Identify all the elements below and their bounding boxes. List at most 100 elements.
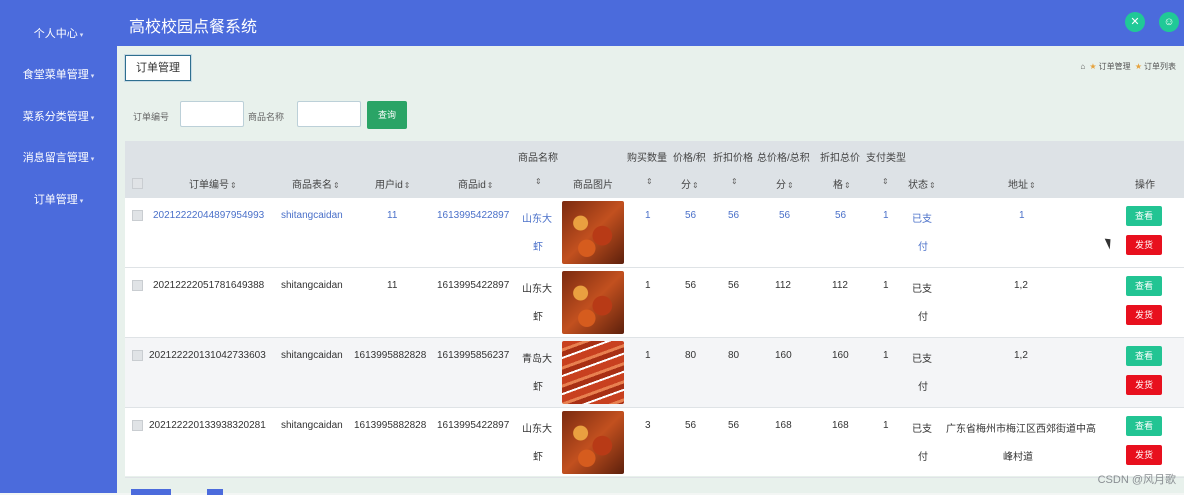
cell-price: 56 — [685, 210, 697, 221]
cell-order-no: 20212222044897954993 — [153, 210, 265, 221]
cell-user-id: 11 — [387, 280, 398, 291]
row-checkbox[interactable] — [132, 210, 143, 221]
cell-address: 1,2 — [1014, 280, 1028, 291]
view-button[interactable]: 查看 — [1126, 416, 1162, 436]
col-product-name-sort[interactable] — [534, 176, 542, 187]
row-checkbox[interactable] — [132, 420, 143, 431]
row-checkbox[interactable] — [132, 280, 143, 291]
breadcrumb: ⌂ ★ 订单管理 ★ 订单列表 — [1078, 61, 1176, 72]
ship-button[interactable]: 发货 — [1126, 305, 1162, 325]
ship-button[interactable]: 发货 — [1126, 375, 1162, 395]
chevron-down-icon: ▾ — [79, 32, 84, 39]
sidebar-item-orders[interactable]: 订单管理 ▾ — [0, 191, 117, 207]
cell-table-name: shitangcaidan — [281, 280, 343, 291]
col-order-no[interactable]: 订单编号 — [189, 176, 237, 191]
cell-qty: 1 — [645, 350, 651, 361]
col-discount-sort[interactable] — [730, 176, 738, 187]
sidebar: 个人中心 ▾ 食堂菜单管理 ▾ 菜系分类管理 ▾ 消息留言管理 ▾ 订单管理 ▾ — [0, 0, 117, 493]
cell-address-2: 峰村道 — [1003, 452, 1033, 463]
cell-qty: 1 — [645, 210, 651, 221]
chevron-down-icon: ▾ — [90, 115, 95, 122]
sidebar-item-cuisine[interactable]: 菜系分类管理 ▾ — [0, 108, 117, 124]
cell-status-2: 付 — [918, 312, 928, 323]
col-user-id[interactable]: 用户id — [375, 176, 411, 191]
col-total: 总价格/总积 — [757, 153, 810, 164]
tab-orders[interactable]: 订单管理 — [125, 55, 191, 81]
breadcrumb-item[interactable]: 订单管理 — [1099, 62, 1131, 71]
col-qty-sort[interactable] — [645, 176, 653, 187]
cell-product-id: 1613995422897 — [437, 420, 510, 431]
col-price-sort[interactable]: 分 — [681, 176, 699, 191]
food-image — [562, 271, 624, 334]
col-disc-total-sort[interactable]: 格 — [833, 176, 851, 191]
col-status[interactable]: 状态 — [908, 176, 936, 191]
cell-product-id: 1613995422897 — [437, 280, 510, 291]
cell-price: 56 — [685, 280, 697, 291]
sidebar-item-profile[interactable]: 个人中心 ▾ — [0, 25, 117, 41]
ship-button[interactable]: 发货 — [1126, 235, 1162, 255]
cell-order-no: 20212222051781649388 — [153, 280, 265, 291]
star-icon: ★ — [1134, 62, 1142, 71]
cell-disc-total: 168 — [832, 420, 849, 431]
pager-button[interactable] — [207, 489, 223, 495]
view-button[interactable]: 查看 — [1126, 346, 1162, 366]
product-name-label: 商品名称 — [248, 112, 285, 122]
col-disc-total: 折扣总价 — [820, 153, 860, 164]
col-discount: 折扣价格 — [713, 153, 753, 164]
cell-table-name: shitangcaidan — [281, 210, 343, 221]
cell-pay-type: 1 — [883, 350, 889, 361]
order-no-input[interactable] — [180, 101, 244, 127]
cell-order-no: 20212222013104273360​3 — [149, 350, 266, 361]
table-header: 订单编号 商品表名 用户id 商品id 商品名称 商品图片 购买数量 价格/积 … — [125, 141, 1184, 198]
cell-user-id: 1613995882828 — [354, 420, 427, 431]
col-pay-type-sort[interactable] — [881, 176, 889, 187]
order-no-label: 订单编号 — [133, 112, 170, 122]
select-all-checkbox[interactable] — [132, 178, 143, 189]
col-price: 价格/积 — [673, 153, 706, 164]
sidebar-item-label: 订单管理 — [33, 194, 78, 206]
col-pay-type: 支付类型 — [866, 153, 906, 164]
ship-button[interactable]: 发货 — [1126, 445, 1162, 465]
cell-product-name: 山东大 — [522, 424, 552, 435]
table-row: 20212222013393832028​1 shitangcaidan 161… — [125, 408, 1184, 478]
chevron-down-icon: ▾ — [90, 156, 95, 163]
pager-button[interactable] — [131, 489, 171, 495]
main-content: 订单管理 ⌂ ★订单管理 ★订单列表 订单编号 商品名称 查询 订单编号 商品表… — [117, 46, 1184, 495]
cell-address: 1,2 — [1014, 350, 1028, 361]
col-total-sort[interactable]: 分 — [776, 176, 794, 191]
cell-status: 已支 — [912, 214, 932, 225]
view-button[interactable]: 查看 — [1126, 206, 1162, 226]
cell-status: 已支 — [912, 424, 932, 435]
col-actions: 操作 — [1135, 180, 1155, 191]
view-button[interactable]: 查看 — [1126, 276, 1162, 296]
col-product-id[interactable]: 商品id — [458, 176, 494, 191]
cell-discount: 56 — [728, 420, 740, 431]
table-row: 20212222013104273360​3 shitangcaidan 161… — [125, 338, 1184, 408]
cell-status: 已支 — [912, 284, 932, 295]
cell-discount: 56 — [728, 280, 740, 291]
search-button[interactable]: 查询 — [367, 101, 407, 129]
cell-discount: 80 — [728, 350, 740, 361]
cell-price: 56 — [685, 420, 697, 431]
home-icon[interactable]: ⌂ — [1080, 62, 1085, 71]
cell-table-name: shitangcaidan — [281, 350, 343, 361]
breadcrumb-item: 订单列表 — [1144, 62, 1176, 71]
chevron-down-icon: ▾ — [90, 73, 95, 80]
cell-disc-total: 160 — [832, 350, 849, 361]
product-name-input[interactable] — [297, 101, 361, 127]
cell-product-name: 山东大 — [522, 214, 552, 225]
sidebar-item-messages[interactable]: 消息留言管理 ▾ — [0, 149, 117, 165]
cell-order-no: 20212222013393832028​1 — [149, 420, 266, 431]
fullscreen-icon[interactable]: ✕ — [1125, 12, 1145, 32]
cell-pay-type: 1 — [883, 210, 889, 221]
user-icon[interactable]: ☺ — [1159, 12, 1179, 32]
cell-total: 160 — [775, 350, 792, 361]
row-checkbox[interactable] — [132, 350, 143, 361]
sidebar-item-canteen-menu[interactable]: 食堂菜单管理 ▾ — [0, 66, 117, 82]
cell-total: 56 — [779, 210, 791, 221]
cell-qty: 1 — [645, 280, 651, 291]
cell-product-name: 山东大 — [522, 284, 552, 295]
col-address[interactable]: 地址 — [1008, 176, 1036, 191]
cell-user-id: 11 — [387, 210, 398, 221]
col-table-name[interactable]: 商品表名 — [292, 176, 340, 191]
